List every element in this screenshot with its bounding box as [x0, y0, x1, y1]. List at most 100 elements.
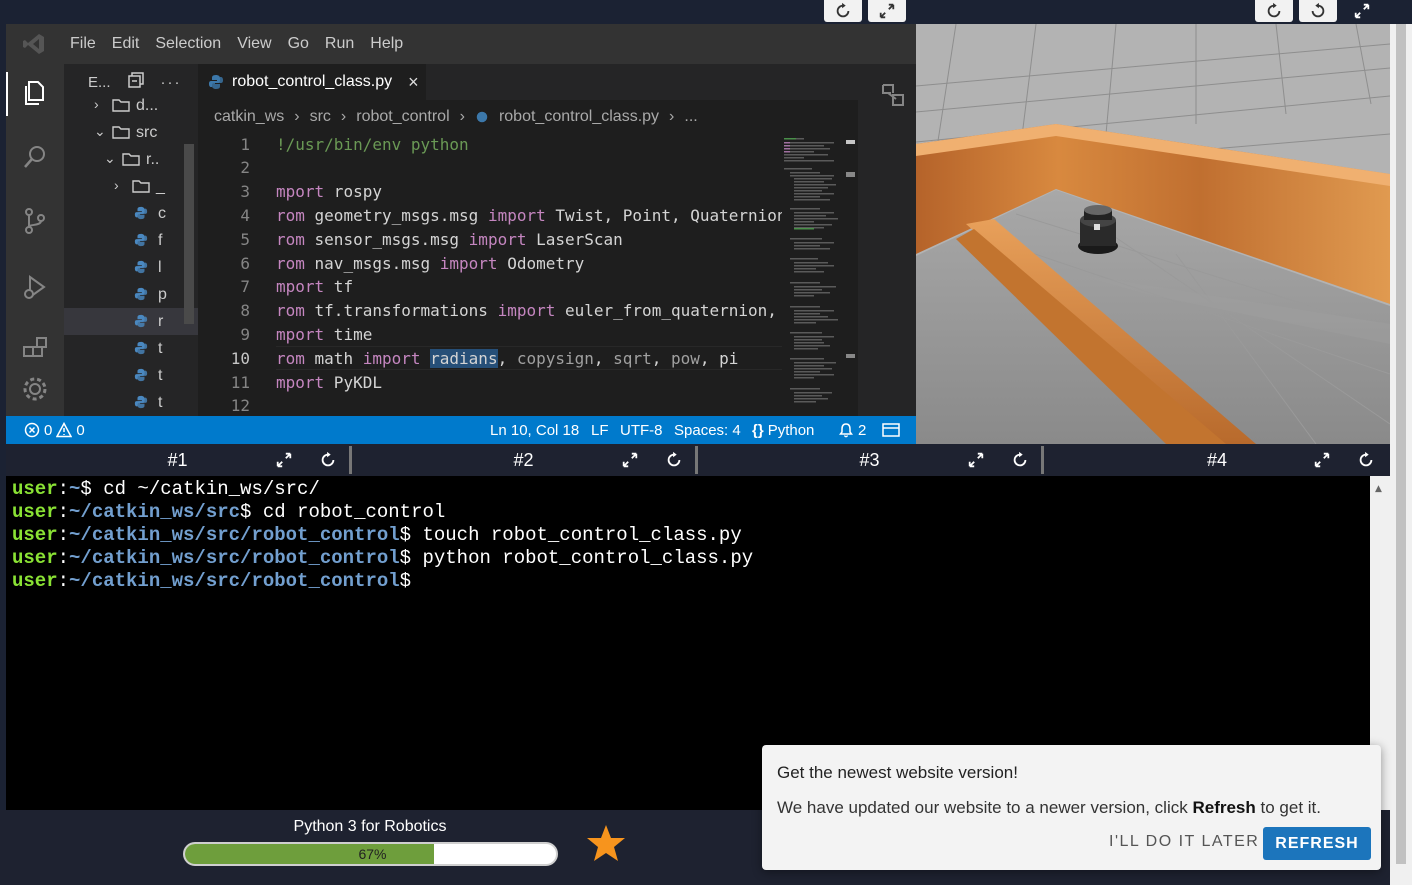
code-line: 6 rom nav_msgs.msg import Odometry	[198, 251, 782, 275]
language-mode[interactable]: {} Python	[752, 416, 814, 444]
line-number: 10	[230, 348, 250, 368]
tree-item[interactable]: › _	[64, 173, 198, 200]
code-line: 7 mport tf	[198, 275, 782, 299]
terminal-tab-label: #4	[1206, 449, 1228, 470]
breadcrumb-item[interactable]: robot_control_class.py	[499, 108, 659, 126]
run-debug-icon[interactable]	[18, 270, 52, 304]
dismiss-later-button[interactable]: I'LL DO IT LATER	[1109, 833, 1259, 851]
line-number: 5	[240, 229, 250, 249]
notification-body-end: to get it.	[1255, 798, 1321, 817]
code-view[interactable]: 1 !/usr/bin/env python 2 3 mport rospy 4 rom g…	[198, 132, 782, 416]
collapse-all-icon[interactable]	[127, 71, 145, 93]
reload-icon[interactable]	[318, 450, 338, 470]
terminal-tab-4[interactable]: #4	[1044, 446, 1390, 474]
tree-item[interactable]: ⌄ src	[64, 119, 198, 146]
search-icon[interactable]	[18, 140, 52, 174]
terminal-line: user:~/catkin_ws/src/robot_control$ pyth…	[12, 547, 754, 569]
tree-item-label: d...	[136, 96, 159, 114]
top-bar	[0, 0, 1412, 24]
breadcrumb-item[interactable]: src	[310, 108, 331, 126]
expand-icon[interactable]	[620, 450, 640, 470]
tree-item[interactable]: t	[64, 362, 198, 389]
terminal-tab-2[interactable]: #2	[352, 446, 698, 474]
chevron-right-icon: ›	[459, 108, 465, 125]
sidebar-scrollbar[interactable]	[184, 144, 194, 324]
python-file-icon	[209, 75, 223, 89]
gazebo-scene	[916, 24, 1390, 444]
layout-icon[interactable]	[882, 416, 900, 444]
tree-item[interactable]: t	[64, 335, 198, 362]
simulation-viewport[interactable]	[916, 24, 1390, 444]
tree-item[interactable]: ⌄ r..	[64, 146, 198, 173]
chevron-down-icon: ⌄	[104, 150, 116, 166]
tree-item[interactable]: r	[64, 308, 198, 335]
fullscreen-ide-button[interactable]	[868, 0, 906, 22]
page-scrollbar[interactable]	[1390, 24, 1412, 885]
terminal-tab-label: #1	[167, 449, 188, 470]
editor-scrollbar[interactable]	[844, 132, 858, 416]
close-tab-icon[interactable]: ×	[408, 72, 419, 93]
warning-count: 0	[76, 421, 85, 439]
expand-icon[interactable]	[1312, 450, 1332, 470]
menu-help[interactable]: Help	[362, 35, 411, 53]
minimap[interactable]	[782, 132, 844, 416]
eol-indicator[interactable]: LF	[591, 416, 609, 444]
explorer-icon[interactable]	[18, 76, 52, 110]
python-file-icon	[134, 341, 148, 360]
expand-icon[interactable]	[274, 450, 294, 470]
terminal-line: user:~/catkin_ws/src/robot_control$ touc…	[12, 524, 742, 546]
more-actions-icon[interactable]: ···	[161, 74, 182, 91]
problems-indicator[interactable]: 0 0	[24, 416, 85, 444]
tree-item-label: p	[158, 285, 167, 303]
reload-icon[interactable]	[1356, 450, 1376, 470]
progress-label: 67%	[358, 846, 387, 862]
terminal-tab-1[interactable]: #1	[6, 446, 352, 474]
notifications-indicator[interactable]: 2	[838, 416, 866, 444]
code-line: 5 rom sensor_msgs.msg import LaserScan	[198, 227, 782, 251]
reload-icon[interactable]	[664, 450, 684, 470]
source-control-icon[interactable]	[18, 204, 52, 238]
tree-item[interactable]: c	[64, 200, 198, 227]
line-number: 9	[240, 324, 250, 344]
line-number: 3	[240, 182, 250, 202]
gear-icon[interactable]	[18, 372, 52, 406]
tree-item[interactable]: p	[64, 281, 198, 308]
menu-edit[interactable]: Edit	[104, 35, 148, 53]
reset-sim-button[interactable]	[1299, 0, 1337, 22]
encoding-indicator[interactable]: UTF-8	[620, 416, 663, 444]
reload-icon[interactable]	[1010, 450, 1030, 470]
terminal-tab-3[interactable]: #3	[698, 446, 1044, 474]
fullscreen-sim-button[interactable]	[1343, 0, 1381, 22]
indentation-indicator[interactable]: Spaces: 4	[674, 416, 741, 444]
breadcrumb-item[interactable]: ...	[684, 108, 697, 126]
menu-view[interactable]: View	[229, 35, 279, 53]
tree-item[interactable]: l	[64, 254, 198, 281]
editor-area: robot_control_class.py × catkin_ws › src…	[198, 64, 858, 416]
menu-file[interactable]: File	[62, 35, 104, 53]
reload-ide-button[interactable]	[824, 0, 862, 22]
extensions-icon[interactable]	[18, 332, 52, 366]
remote-explorer-icon[interactable]	[878, 80, 908, 114]
line-number: 6	[240, 253, 250, 273]
tree-item[interactable]: › d...	[64, 92, 198, 119]
code-line: 9 mport time	[198, 322, 782, 346]
menu-run[interactable]: Run	[317, 35, 362, 53]
breadcrumb-item[interactable]: robot_control	[356, 108, 449, 126]
line-number: 2	[240, 158, 250, 178]
reload-sim-button[interactable]	[1255, 0, 1293, 22]
python-file-icon	[134, 206, 148, 225]
tree-item[interactable]: f	[64, 227, 198, 254]
menu-go[interactable]: Go	[280, 35, 317, 53]
tab-label: robot_control_class.py	[232, 73, 393, 90]
expand-icon[interactable]	[966, 450, 986, 470]
tab-robot-control-class[interactable]: robot_control_class.py ×	[198, 64, 426, 100]
code-text: rom geometry_msgs.msg import Twist, Poin…	[276, 205, 782, 225]
refresh-button[interactable]: REFRESH	[1263, 827, 1371, 860]
star-icon[interactable]	[586, 823, 626, 863]
menu-selection[interactable]: Selection	[147, 35, 229, 53]
breadcrumb-item[interactable]: catkin_ws	[214, 108, 284, 126]
python-file-icon	[134, 368, 148, 387]
tree-item[interactable]: t	[64, 389, 198, 416]
cursor-position[interactable]: Ln 10, Col 18	[490, 416, 579, 444]
tree-item-label: l	[158, 258, 162, 276]
